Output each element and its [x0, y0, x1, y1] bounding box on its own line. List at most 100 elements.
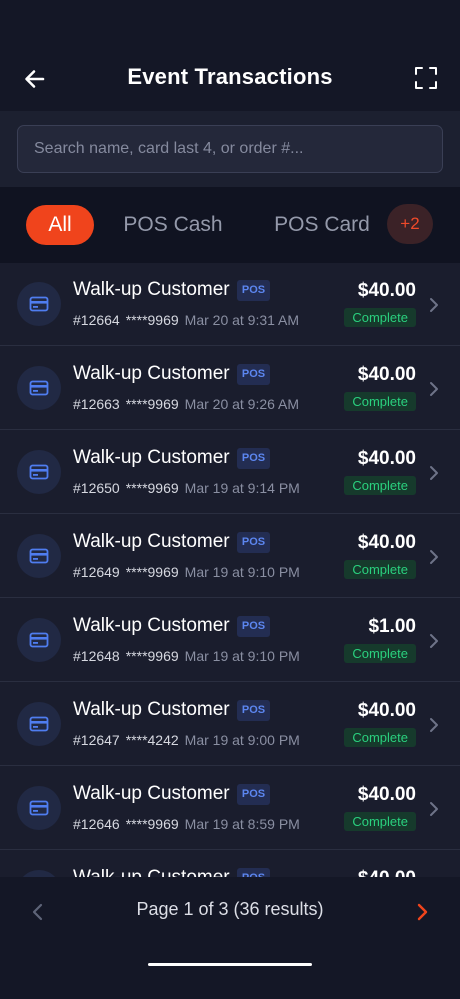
- transaction-row[interactable]: Walk-up Customer POS $40.00: [0, 851, 460, 877]
- pos-badge: POS: [237, 280, 270, 301]
- transaction-amount: $1.00: [368, 616, 416, 637]
- transaction-date: Mar 19 at 9:10 PM: [184, 648, 300, 664]
- transaction-row[interactable]: Walk-up Customer POS #12664 ****9969 Mar 20 …: [0, 263, 460, 346]
- status-badge: Complete: [344, 308, 416, 327]
- chevron-right-icon: [430, 550, 438, 564]
- status-badge: Complete: [344, 476, 416, 495]
- customer-name: Walk-up Customer: [73, 783, 230, 804]
- status-badge: Complete: [344, 644, 416, 663]
- transaction-meta: #12663 ****9969 Mar 20 at 9:26 AM: [73, 396, 299, 412]
- transaction-row[interactable]: Walk-up Customer POS #12647 ****4242 Mar 19 …: [0, 683, 460, 766]
- order-number: #12646: [73, 816, 120, 832]
- transaction-meta: #12649 ****9969 Mar 19 at 9:10 PM: [73, 564, 300, 580]
- chevron-right-icon: [430, 802, 438, 816]
- status-badge: Complete: [344, 728, 416, 747]
- order-number: #12664: [73, 312, 120, 328]
- status-badge: Complete: [344, 812, 416, 831]
- card-icon-circle: [17, 366, 61, 410]
- transaction-amount: $40.00: [357, 700, 416, 721]
- customer-name: Walk-up Customer: [73, 447, 230, 468]
- page-title: Event Transactions: [127, 64, 333, 89]
- card-icon-circle: [17, 282, 61, 326]
- chevron-right-icon: [417, 903, 428, 921]
- pos-badge: POS: [237, 868, 270, 877]
- transaction-amount: $40.00: [357, 280, 416, 301]
- transaction-amount: $40.00: [357, 448, 416, 469]
- pos-badge: POS: [237, 364, 270, 385]
- card-last4: ****9969: [125, 480, 179, 496]
- expand-icon: [415, 67, 437, 89]
- card-icon-circle: [17, 702, 61, 746]
- transaction-meta: #12650 ****9969 Mar 19 at 9:14 PM: [73, 480, 300, 496]
- customer-name: Walk-up Customer: [73, 279, 230, 300]
- home-indicator: [148, 963, 312, 966]
- transaction-amount: $40.00: [358, 868, 416, 877]
- customer-name: Walk-up Customer: [73, 363, 230, 384]
- search-input[interactable]: [17, 125, 443, 173]
- pos-badge: POS: [237, 532, 270, 553]
- transaction-list[interactable]: Walk-up Customer POS #12664 ****9969 Mar 20 …: [0, 263, 460, 877]
- chevron-right-icon: [430, 298, 438, 312]
- pos-badge: POS: [237, 448, 270, 469]
- order-number: #12647: [73, 732, 120, 748]
- transaction-amount: $40.00: [357, 532, 416, 553]
- customer-name: Walk-up Customer: [73, 531, 230, 552]
- tab-all[interactable]: All: [26, 205, 94, 245]
- transaction-meta: #12646 ****9969 Mar 19 at 8:59 PM: [73, 816, 300, 832]
- transaction-date: Mar 19 at 9:10 PM: [184, 564, 300, 580]
- transaction-date: Mar 20 at 9:26 AM: [184, 396, 300, 412]
- chevron-right-icon: [430, 718, 438, 732]
- transaction-row[interactable]: Walk-up Customer POS #12663 ****9969 Mar 20 …: [0, 347, 460, 430]
- transaction-date: Mar 19 at 9:00 PM: [184, 732, 300, 748]
- transaction-row[interactable]: Walk-up Customer POS #12649 ****9969 Mar 19 …: [0, 515, 460, 598]
- order-number: #12663: [73, 396, 120, 412]
- customer-name: Walk-up Customer: [73, 867, 230, 877]
- card-last4: ****9969: [125, 816, 179, 832]
- credit-card-icon: [29, 380, 49, 396]
- pagination-bar: Page 1 of 3 (36 results): [0, 877, 460, 999]
- card-last4: ****9969: [125, 564, 179, 580]
- transaction-amount: $40.00: [357, 784, 416, 805]
- customer-name: Walk-up Customer: [73, 615, 230, 636]
- card-icon-circle: [17, 450, 61, 494]
- search-bar: [0, 111, 460, 187]
- tab-pos-card[interactable]: POS Card: [266, 205, 378, 245]
- status-badge: Complete: [344, 560, 416, 579]
- pagination-info: Page 1 of 3 (36 results): [136, 899, 324, 919]
- card-icon-circle: [17, 786, 61, 830]
- chevron-right-icon: [430, 382, 438, 396]
- card-last4: ****9969: [125, 312, 179, 328]
- customer-name: Walk-up Customer: [73, 699, 230, 720]
- card-icon-circle: [17, 534, 61, 578]
- transaction-meta: #12664 ****9969 Mar 20 at 9:31 AM: [73, 312, 299, 328]
- tab-pos-cash[interactable]: POS Cash: [116, 205, 230, 245]
- credit-card-icon: [29, 548, 49, 564]
- expand-button[interactable]: [414, 66, 438, 90]
- transaction-date: Mar 19 at 8:59 PM: [184, 816, 300, 832]
- transaction-row[interactable]: Walk-up Customer POS #12646 ****9969 Mar 19 …: [0, 767, 460, 850]
- transaction-row[interactable]: Walk-up Customer POS #12650 ****9969 Mar 19 …: [0, 431, 460, 514]
- transaction-row[interactable]: Walk-up Customer POS #12648 ****9969 Mar 19 …: [0, 599, 460, 682]
- card-icon-circle: [17, 870, 61, 877]
- transaction-date: Mar 19 at 9:14 PM: [184, 480, 300, 496]
- credit-card-icon: [29, 632, 49, 648]
- status-badge: Complete: [344, 392, 416, 411]
- chevron-right-icon: [430, 466, 438, 480]
- order-number: #12648: [73, 648, 120, 664]
- chevron-right-icon: [430, 634, 438, 648]
- transaction-amount: $40.00: [357, 364, 416, 385]
- pos-badge: POS: [237, 784, 270, 805]
- credit-card-icon: [29, 464, 49, 480]
- next-page-button[interactable]: [414, 901, 430, 923]
- tab-more-button[interactable]: +2: [387, 204, 433, 244]
- app-header: Event Transactions: [0, 0, 460, 111]
- card-last4: ****4242: [125, 732, 179, 748]
- order-number: #12650: [73, 480, 120, 496]
- card-last4: ****9969: [125, 396, 179, 412]
- credit-card-icon: [29, 296, 49, 312]
- card-icon-circle: [17, 618, 61, 662]
- pos-badge: POS: [237, 616, 270, 637]
- order-number: #12649: [73, 564, 120, 580]
- credit-card-icon: [29, 800, 49, 816]
- transaction-meta: #12647 ****4242 Mar 19 at 9:00 PM: [73, 732, 300, 748]
